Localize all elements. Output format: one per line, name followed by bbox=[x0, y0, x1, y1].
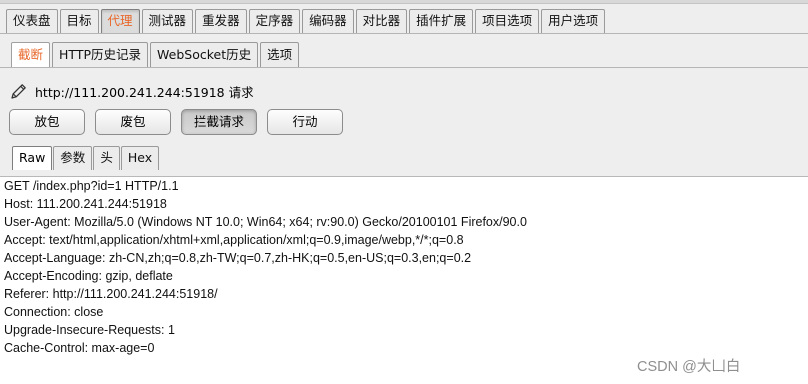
action-button[interactable]: 行动 bbox=[267, 109, 343, 135]
request-target-label: http://111.200.241.244:51918 请求 bbox=[35, 84, 254, 100]
pencil-icon[interactable] bbox=[9, 81, 29, 101]
tab-proxy[interactable]: 代理 bbox=[100, 9, 140, 33]
request-line: GET /index.php?id=1 HTTP/1.1 bbox=[4, 179, 179, 193]
tab-repeater[interactable]: 重发器 bbox=[195, 9, 247, 33]
tab-extender[interactable]: 插件扩展 bbox=[409, 9, 474, 33]
watermark: CSDN @大凵白 bbox=[637, 359, 741, 375]
drop-button[interactable]: 废包 bbox=[95, 109, 171, 135]
tab-intruder[interactable]: 测试器 bbox=[141, 9, 194, 33]
tab-dashboard[interactable]: 仪表盘 bbox=[6, 9, 58, 33]
header-line: Referer: http://111.200.241.244:51918/ bbox=[4, 287, 218, 301]
forward-button[interactable]: 放包 bbox=[9, 109, 85, 135]
tab-decoder[interactable]: 编码器 bbox=[302, 9, 354, 33]
tab-params[interactable]: 参数 bbox=[53, 146, 93, 170]
request-info: http://111.200.241.244:51918 请求 bbox=[9, 80, 254, 102]
header-line: Connection: close bbox=[4, 305, 104, 319]
tab-headers[interactable]: 头 bbox=[93, 146, 120, 170]
intercept-toggle-button[interactable]: 拦截请求 bbox=[181, 109, 257, 135]
header-line: Accept: text/html,application/xhtml+xml,… bbox=[4, 233, 464, 247]
header-line: Upgrade-Insecure-Requests: 1 bbox=[4, 323, 175, 337]
raw-request-editor[interactable]: GET /index.php?id=1 HTTP/1.1 Host: 111.2… bbox=[0, 176, 808, 384]
header-line: Cache-Control: max-age=0 bbox=[4, 341, 155, 355]
intercept-toolbar: 放包 废包 拦截请求 行动 bbox=[9, 109, 353, 135]
main-tab-divider bbox=[0, 33, 808, 34]
proxy-tab-divider bbox=[0, 67, 808, 68]
message-view-tab-bar: Raw 参数 头 Hex bbox=[12, 146, 160, 170]
top-strip bbox=[0, 0, 808, 4]
tab-project-options[interactable]: 项目选项 bbox=[475, 9, 540, 33]
tab-raw[interactable]: Raw bbox=[12, 146, 53, 170]
header-line: Accept-Language: zh-CN,zh;q=0.8,zh-TW;q=… bbox=[4, 251, 472, 265]
tab-proxy-options[interactable]: 选项 bbox=[260, 42, 300, 67]
tab-http-history[interactable]: HTTP历史记录 bbox=[52, 42, 149, 67]
tab-websocket-history[interactable]: WebSocket历史 bbox=[150, 42, 259, 67]
tab-user-options[interactable]: 用户选项 bbox=[541, 9, 606, 33]
main-tab-bar: 仪表盘 目标 代理 测试器 重发器 定序器 编码器 对比器 插件扩展 项目选项 … bbox=[6, 9, 607, 33]
tab-comparer[interactable]: 对比器 bbox=[355, 9, 408, 33]
window-chrome: 仪表盘 目标 代理 测试器 重发器 定序器 编码器 对比器 插件扩展 项目选项 … bbox=[0, 0, 808, 176]
header-line: Accept-Encoding: gzip, deflate bbox=[4, 269, 173, 283]
header-line: User-Agent: Mozilla/5.0 (Windows NT 10.0… bbox=[4, 215, 527, 229]
tab-intercept[interactable]: 截断 bbox=[11, 42, 51, 67]
tab-sequencer[interactable]: 定序器 bbox=[248, 9, 301, 33]
tab-target[interactable]: 目标 bbox=[59, 9, 99, 33]
header-line: Host: 111.200.241.244:51918 bbox=[4, 197, 167, 211]
tab-hex[interactable]: Hex bbox=[120, 146, 160, 170]
proxy-tab-bar: 截断 HTTP历史记录 WebSocket历史 选项 bbox=[11, 42, 301, 67]
